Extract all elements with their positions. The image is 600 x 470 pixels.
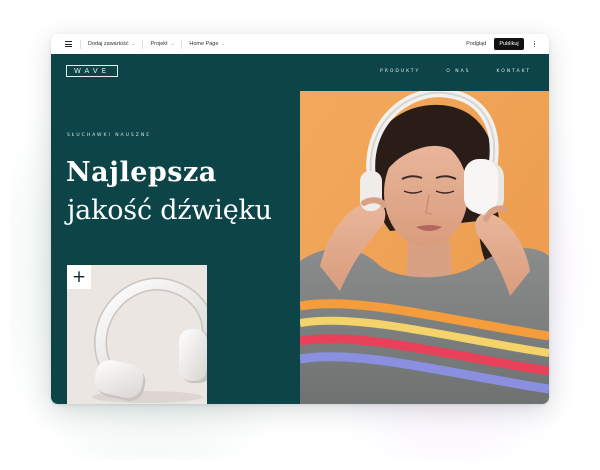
add-content-label: Dodaj zawartość: [88, 41, 129, 47]
nav-item-o-nas[interactable]: O NAS: [446, 69, 470, 74]
project-label: Projekt: [150, 41, 168, 47]
hero-headline-light: jakość dźwięku: [67, 195, 272, 226]
add-content-dropdown[interactable]: Dodaj zawartość ⌄: [88, 41, 135, 47]
chevron-down-icon: ⌄: [131, 41, 136, 46]
site-header: WAVE PRODUKTY O NAS KONTAKT: [51, 54, 549, 91]
page-label: Home Page: [189, 41, 219, 47]
project-dropdown[interactable]: Projekt ⌄: [150, 41, 174, 47]
chevron-down-icon: ⌄: [170, 41, 175, 46]
chevron-down-icon: ⌄: [221, 41, 226, 46]
nav-item-kontakt[interactable]: KONTAKT: [497, 69, 531, 74]
hero-eyebrow: SŁUCHAWKI NAUSZNE: [67, 133, 152, 138]
nav-item-produkty[interactable]: PRODUKTY: [380, 69, 420, 74]
preview-button[interactable]: Podgląd: [466, 41, 486, 47]
site-logo[interactable]: WAVE: [66, 65, 118, 77]
editor-toolbar: Dodaj zawartość ⌄ Projekt ⌄ Home Page ⌄ …: [51, 34, 549, 55]
site-nav: PRODUKTY O NAS KONTAKT: [380, 69, 531, 74]
add-element-button[interactable]: +: [67, 265, 91, 289]
browser-window: Dodaj zawartość ⌄ Projekt ⌄ Home Page ⌄ …: [51, 34, 549, 404]
menu-icon[interactable]: [65, 41, 72, 47]
hero-headline-bold: Najlepsza: [66, 157, 217, 188]
hero-photo: [300, 91, 549, 404]
plus-icon: +: [71, 266, 87, 287]
page-dropdown[interactable]: Home Page ⌄: [189, 41, 225, 47]
site-preview: WAVE PRODUKTY O NAS KONTAKT SŁUCHAWKI NA…: [51, 54, 549, 404]
publish-button[interactable]: Publikuj: [494, 38, 524, 50]
more-options-icon[interactable]: [532, 40, 537, 48]
woman-with-headphones-image: [300, 91, 549, 404]
